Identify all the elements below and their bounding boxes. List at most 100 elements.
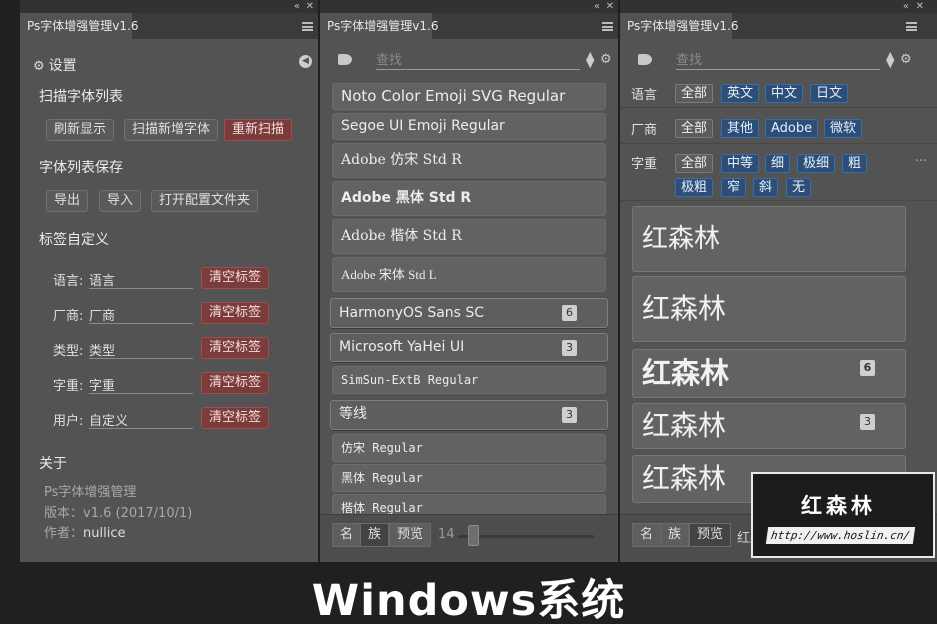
font-list-item[interactable]: SimSun-ExtB Regular bbox=[332, 366, 606, 394]
font-family-name: Microsoft YaHei UI bbox=[339, 339, 465, 355]
panel-tab-bar: Ps字体增强管理v1.6 bbox=[320, 13, 618, 39]
font-list-item[interactable]: Adobe 黑体 Std R bbox=[332, 181, 606, 216]
back-icon[interactable]: ◀ bbox=[299, 55, 312, 68]
about-title: 关于 bbox=[39, 456, 67, 472]
tag-row-type: 类型: 类型 清空标签 bbox=[53, 337, 303, 361]
tag-icon[interactable] bbox=[638, 54, 652, 65]
view-tab-name[interactable]: 名 bbox=[332, 523, 362, 547]
font-list-item[interactable]: Segoe UI Emoji Regular bbox=[332, 113, 606, 140]
sort-icon[interactable]: ▲ ▼ bbox=[886, 50, 894, 69]
close-icon[interactable]: ✕ bbox=[306, 0, 314, 13]
refresh-display-button[interactable]: 刷新显示 bbox=[46, 119, 115, 141]
panel-menu-icon[interactable] bbox=[906, 22, 917, 31]
tag-name-input[interactable]: 字重 bbox=[89, 375, 193, 394]
panel-tab-title[interactable]: Ps字体增强管理v1.6 bbox=[20, 13, 138, 39]
filter-label: 字重 bbox=[631, 157, 658, 172]
collapse-icon[interactable]: « bbox=[294, 0, 300, 13]
font-count-badge: 6 bbox=[562, 305, 577, 321]
panel-tab-bar: Ps字体增强管理v1.6 bbox=[620, 13, 937, 39]
export-button[interactable]: 导出 bbox=[46, 190, 89, 212]
filter-chip[interactable]: 极粗 bbox=[675, 178, 714, 197]
font-preview-card[interactable]: 红森林 bbox=[632, 206, 906, 272]
scan-section-title: 扫描字体列表 bbox=[39, 89, 123, 105]
tag-row-label: 厂商: bbox=[53, 309, 84, 324]
tag-row-label: 类型: bbox=[53, 344, 84, 359]
font-size-slider-handle[interactable] bbox=[468, 525, 479, 546]
filter-label: 厂商 bbox=[631, 123, 658, 138]
open-config-folder-button[interactable]: 打开配置文件夹 bbox=[151, 190, 259, 212]
gear-icon[interactable]: ⚙ bbox=[900, 52, 912, 67]
filter-chip[interactable]: 全部 bbox=[675, 154, 714, 173]
clear-tag-button[interactable]: 清空标签 bbox=[201, 407, 270, 429]
filter-chip[interactable]: 全部 bbox=[675, 84, 714, 103]
more-icon[interactable]: ··· bbox=[915, 154, 927, 169]
filter-chip[interactable]: 其他 bbox=[721, 119, 760, 138]
filter-chip[interactable]: 细 bbox=[765, 154, 791, 173]
view-tab-name[interactable]: 名 bbox=[632, 523, 662, 547]
filter-chip[interactable]: 全部 bbox=[675, 119, 714, 138]
tag-name-input[interactable]: 自定义 bbox=[89, 410, 193, 429]
search-input[interactable]: 查找 bbox=[376, 53, 580, 70]
font-list-item[interactable]: 黑体 Regular bbox=[332, 464, 606, 492]
tag-name-input[interactable]: 类型 bbox=[89, 340, 193, 359]
font-family-group[interactable]: HarmonyOS Sans SC 6 bbox=[330, 298, 608, 328]
font-list-item[interactable]: Adobe 仿宋 Std R bbox=[332, 143, 606, 178]
tag-icon[interactable] bbox=[338, 54, 352, 65]
view-tab-family[interactable]: 族 bbox=[360, 523, 390, 547]
font-list-item[interactable]: Noto Color Emoji SVG Regular bbox=[332, 83, 606, 110]
tag-row-vendor: 厂商: 厂商 清空标签 bbox=[53, 302, 303, 326]
filter-chip[interactable]: 粗 bbox=[842, 154, 868, 173]
filter-chip[interactable]: 无 bbox=[786, 178, 812, 197]
tag-row-language: 语言: 语言 清空标签 bbox=[53, 267, 303, 291]
caption-title: Windows系统 bbox=[311, 576, 626, 624]
tag-row-user: 用户: 自定义 清空标签 bbox=[53, 407, 303, 431]
font-list-item[interactable]: Adobe 楷体 Std R bbox=[332, 219, 606, 254]
font-size-value: 14 bbox=[438, 527, 455, 542]
view-tab-family[interactable]: 族 bbox=[660, 523, 690, 547]
close-icon[interactable]: ✕ bbox=[916, 0, 924, 13]
gear-icon[interactable]: ⚙ bbox=[600, 52, 612, 67]
scan-new-fonts-button[interactable]: 扫描新增字体 bbox=[124, 119, 219, 141]
filter-row-vendor: 厂商 全部 其他 Adobe 微软 bbox=[620, 108, 937, 144]
rescan-button[interactable]: 重新扫描 bbox=[224, 119, 293, 141]
tags-section-title: 标签自定义 bbox=[39, 232, 109, 248]
tag-name-input[interactable]: 语言 bbox=[89, 270, 193, 289]
filter-chip[interactable]: 中文 bbox=[765, 84, 804, 103]
panel-menu-icon[interactable] bbox=[302, 22, 313, 31]
font-family-group[interactable]: 等线 3 bbox=[330, 400, 608, 430]
font-family-group[interactable]: Microsoft YaHei UI 3 bbox=[330, 333, 608, 362]
filter-chip[interactable]: Adobe bbox=[765, 119, 819, 138]
filter-chip[interactable]: 日文 bbox=[810, 84, 849, 103]
font-preview-card[interactable]: 红森林 3 bbox=[632, 403, 906, 449]
sort-icon[interactable]: ▲ ▼ bbox=[586, 50, 594, 69]
font-preview-card[interactable]: 红森林 bbox=[632, 276, 906, 342]
filter-chip[interactable]: 极细 bbox=[797, 154, 836, 173]
collapse-icon[interactable]: « bbox=[594, 0, 600, 13]
filter-chip[interactable]: 中等 bbox=[721, 154, 760, 173]
clear-tag-button[interactable]: 清空标签 bbox=[201, 372, 270, 394]
panel-menu-icon[interactable] bbox=[602, 22, 613, 31]
clear-tag-button[interactable]: 清空标签 bbox=[201, 302, 270, 324]
collapse-icon[interactable]: « bbox=[903, 0, 909, 13]
filter-chip[interactable]: 窄 bbox=[721, 178, 747, 197]
version-value: v1.6 (2017/10/1) bbox=[83, 506, 193, 521]
search-input[interactable]: 查找 bbox=[676, 53, 880, 70]
tag-name-input[interactable]: 厂商 bbox=[89, 305, 193, 324]
panel-tab-bar: Ps字体增强管理v1.6 bbox=[20, 13, 318, 39]
font-list-item[interactable]: 仿宋 Regular bbox=[332, 434, 606, 462]
close-icon[interactable]: ✕ bbox=[606, 0, 614, 13]
font-preview-card[interactable]: 红森林 6 bbox=[632, 349, 906, 398]
version-label: 版本： bbox=[44, 506, 84, 521]
filter-chip[interactable]: 斜 bbox=[753, 178, 779, 197]
import-button[interactable]: 导入 bbox=[99, 190, 142, 212]
panel-top-strip: « ✕ bbox=[20, 0, 318, 13]
panel-tab-title[interactable]: Ps字体增强管理v1.6 bbox=[320, 13, 438, 39]
filter-chip[interactable]: 微软 bbox=[824, 119, 863, 138]
filter-chip[interactable]: 英文 bbox=[721, 84, 760, 103]
clear-tag-button[interactable]: 清空标签 bbox=[201, 267, 270, 289]
panel-tab-title[interactable]: Ps字体增强管理v1.6 bbox=[620, 13, 738, 39]
clear-tag-button[interactable]: 清空标签 bbox=[201, 337, 270, 359]
view-tab-preview[interactable]: 预览 bbox=[689, 523, 732, 547]
font-list-item[interactable]: Adobe 宋体 Std L bbox=[332, 257, 606, 292]
view-tab-preview[interactable]: 预览 bbox=[389, 523, 432, 547]
